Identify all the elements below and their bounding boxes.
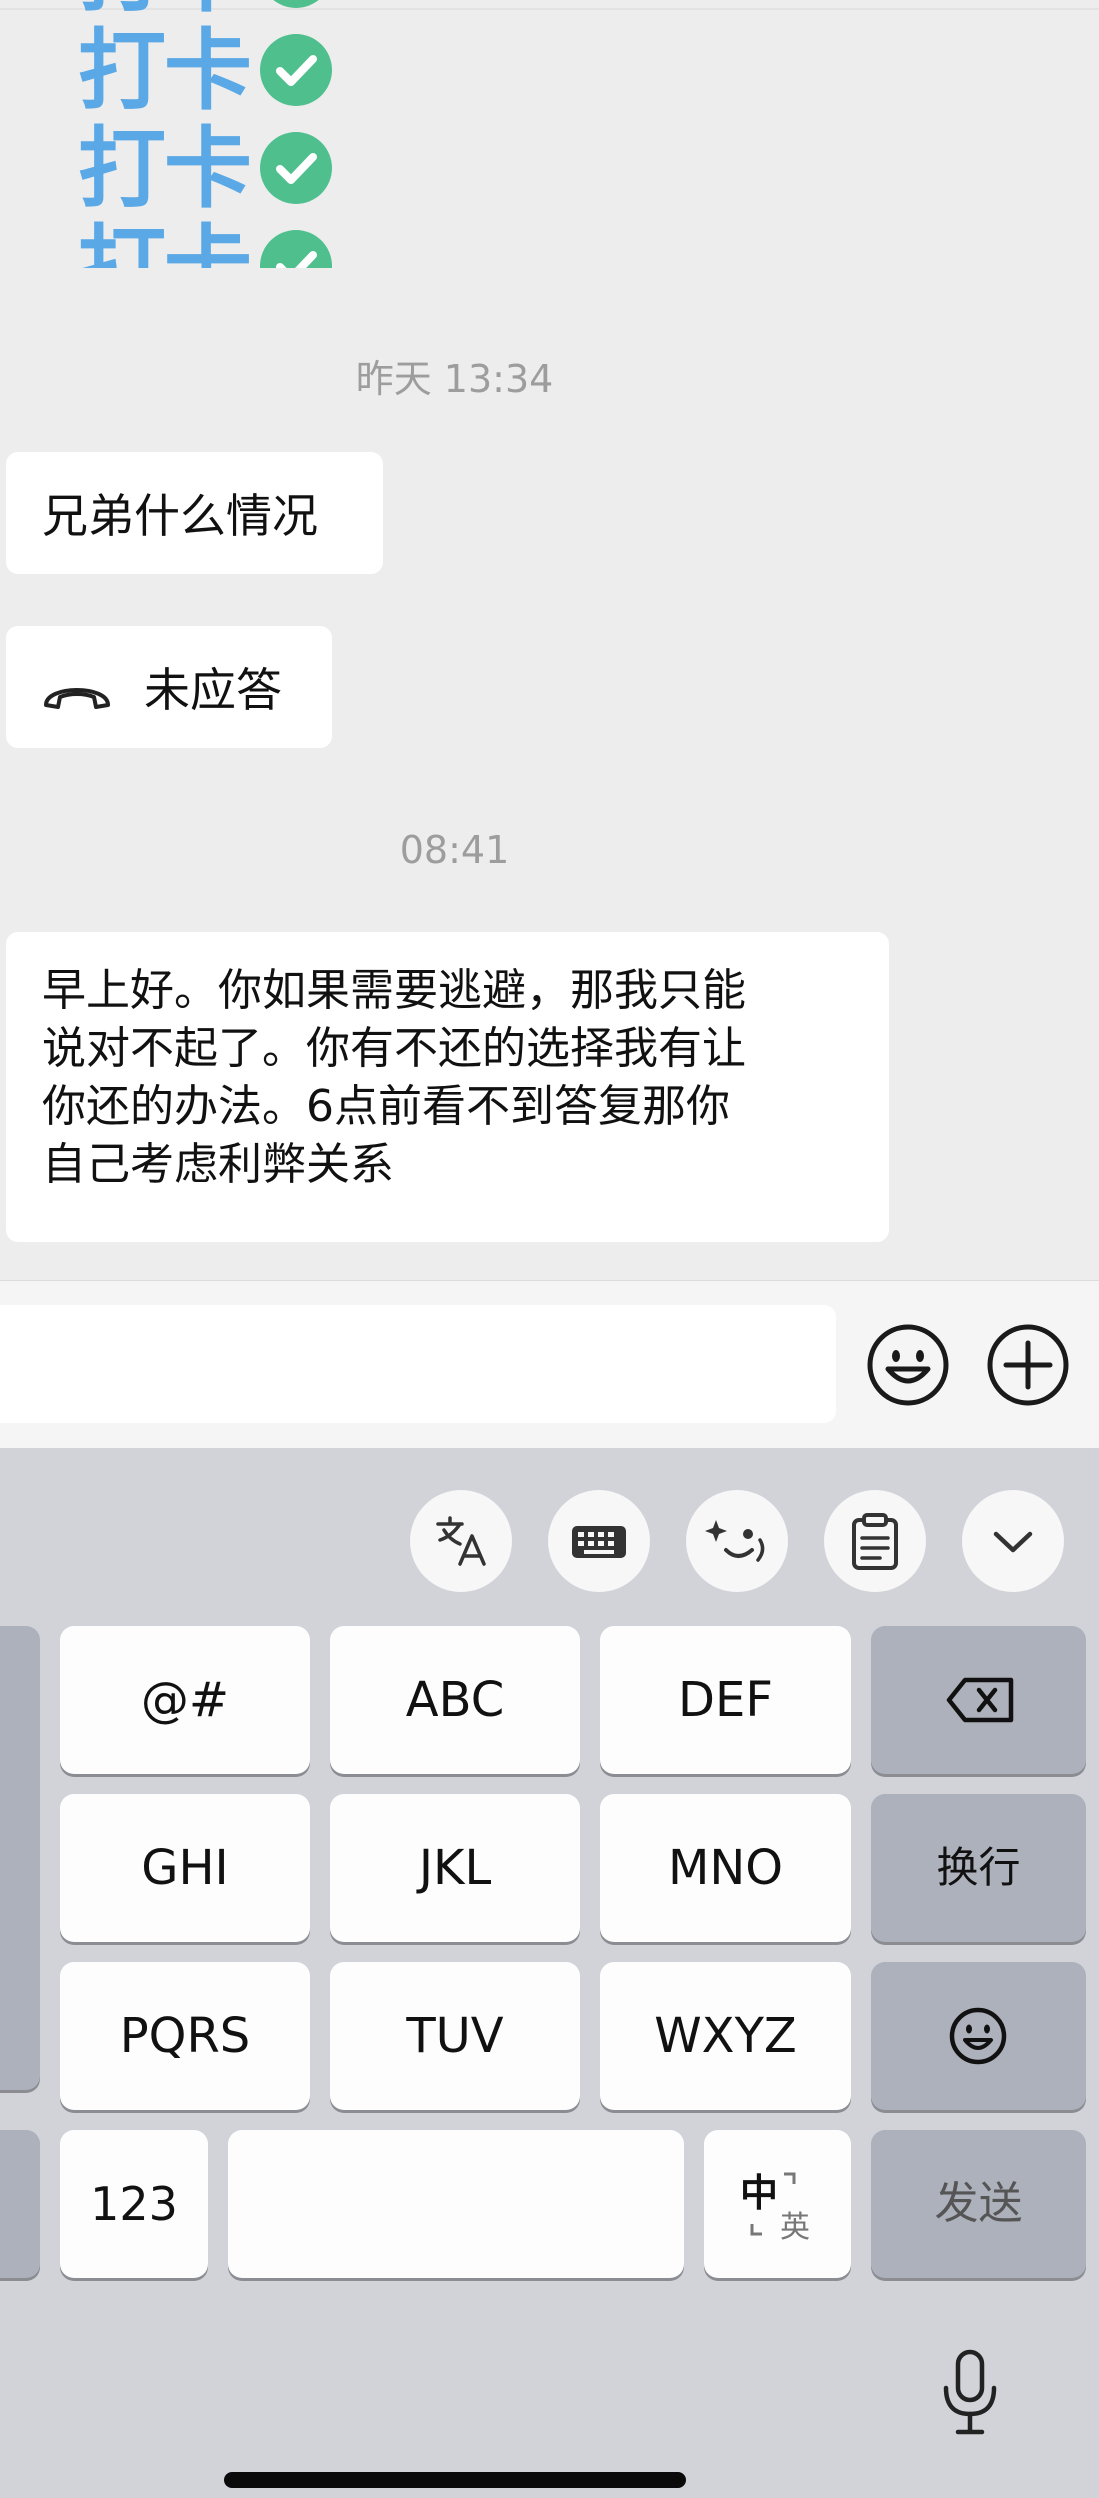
clipboard-icon[interactable] (824, 1490, 926, 1592)
input-bar (0, 1280, 1099, 1449)
key-wxyz[interactable]: WXYZ (600, 1962, 851, 2110)
enter-key[interactable]: 换行 (871, 1794, 1086, 1942)
message-text: 兄弟什么情况 (42, 489, 318, 543)
key-ghi[interactable]: GHI (60, 1794, 310, 1942)
delete-key[interactable] (871, 1626, 1086, 1774)
backspace-icon (946, 1677, 1014, 1723)
partial-key[interactable] (0, 2130, 40, 2278)
switch-arrows-icon (750, 2172, 796, 2236)
message-line: 早上好。你如果需要逃避，那我只能 (42, 965, 746, 1016)
send-key[interactable]: 发送 (871, 2130, 1086, 2278)
key-123[interactable]: 123 (60, 2130, 208, 2278)
key-mno[interactable]: MNO (600, 1794, 851, 1942)
message-bubble[interactable]: 兄弟什么情况 (6, 452, 383, 574)
space-key[interactable] (228, 2130, 684, 2278)
chat-area[interactable]: 打卡 打卡 打卡 打卡 昨天 13:34 兄弟什么情况 (0, 0, 1099, 1280)
sticker-text: 打卡 (78, 117, 252, 220)
key-pqrs[interactable]: PQRS (60, 1962, 310, 2110)
check-icon (260, 230, 332, 268)
keyboard-icon[interactable] (548, 1490, 650, 1592)
message-line: 自己考虑利弊关系 (42, 1139, 394, 1190)
sticker-image[interactable]: 打卡 打卡 打卡 打卡 (70, 0, 360, 268)
sticker-text: 打卡 (78, 215, 252, 269)
partial-key-column[interactable] (0, 1626, 40, 2090)
key-tuv[interactable]: TUV (330, 1962, 580, 2110)
translate-icon[interactable] (410, 1490, 512, 1592)
check-icon (260, 34, 332, 106)
message-input[interactable] (0, 1305, 836, 1423)
message-line: 你还的办法。6点前看不到答复那你 (42, 1081, 730, 1132)
language-switch-key[interactable]: 中 英 (704, 2130, 851, 2278)
check-icon (260, 132, 332, 204)
timestamp: 昨天 13:34 (355, 357, 554, 401)
smiley-face-icon[interactable] (866, 1323, 950, 1411)
message-line: 说对不起了。你有不还的选择我有让 (42, 1023, 746, 1074)
message-bubble[interactable]: 早上好。你如果需要逃避，那我只能 说对不起了。你有不还的选择我有让 你还的办法。… (6, 932, 889, 1242)
emoji-key[interactable] (871, 1962, 1086, 2110)
missed-call-bubble[interactable]: 未应答 (6, 626, 332, 748)
timestamp: 08:41 (399, 828, 510, 872)
check-icon (260, 0, 332, 8)
plus-circle-icon[interactable] (986, 1323, 1070, 1411)
sticker-text: 打卡 (78, 19, 252, 122)
key-def[interactable]: DEF (600, 1626, 851, 1774)
home-indicator[interactable] (224, 2472, 686, 2488)
key-symbols[interactable]: @# (60, 1626, 310, 1774)
microphone-icon[interactable] (940, 2348, 1000, 2442)
key-jkl[interactable]: JKL (330, 1794, 580, 1942)
emoji-icon (949, 2007, 1007, 2065)
keyboard: @# ABC DEF GHI JKL MNO 换行 PQRS TUV WXYZ … (0, 1448, 1099, 2498)
chevron-down-icon[interactable] (962, 1490, 1064, 1592)
call-status-text: 未应答 (144, 663, 282, 717)
ai-face-icon[interactable] (686, 1490, 788, 1592)
key-abc[interactable]: ABC (330, 1626, 580, 1774)
phone-hangup-icon (40, 670, 114, 724)
